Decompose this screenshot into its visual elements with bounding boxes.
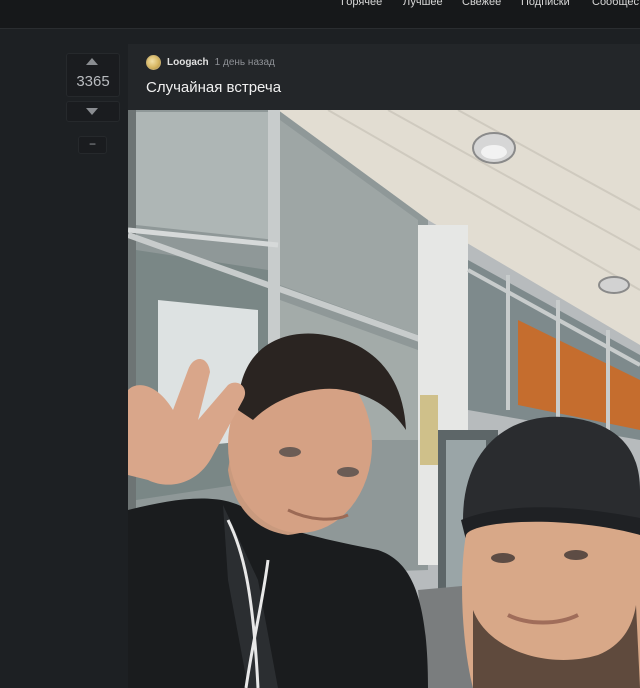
- top-navigation: Горячее Лучшее Свежее Подписки Сообществ…: [0, 0, 640, 29]
- post-title[interactable]: Случайная встреча: [146, 79, 281, 96]
- post-timestamp: 1 день назад: [214, 56, 275, 68]
- vote-count: 3365: [76, 73, 110, 90]
- vote-panel: 3365: [66, 53, 120, 97]
- nav-hot[interactable]: Горячее: [341, 0, 382, 8]
- arrow-down-icon: [86, 108, 98, 115]
- nav-best[interactable]: Лучшее: [403, 0, 443, 8]
- nav-subscriptions[interactable]: Подписки: [521, 0, 570, 8]
- author-name[interactable]: Loogach: [167, 57, 209, 68]
- post-image[interactable]: [128, 110, 640, 688]
- minus-icon[interactable]: −: [78, 136, 107, 154]
- nav-fresh[interactable]: Свежее: [462, 0, 501, 8]
- nav-communities[interactable]: Сообщества: [592, 0, 640, 8]
- selfie-photo: [128, 110, 640, 688]
- arrow-up-icon[interactable]: [86, 58, 98, 65]
- avatar[interactable]: [146, 54, 161, 70]
- downvote-button[interactable]: [66, 101, 120, 122]
- post-author-row: Loogach 1 день назад: [146, 54, 275, 70]
- left-column: [0, 29, 128, 688]
